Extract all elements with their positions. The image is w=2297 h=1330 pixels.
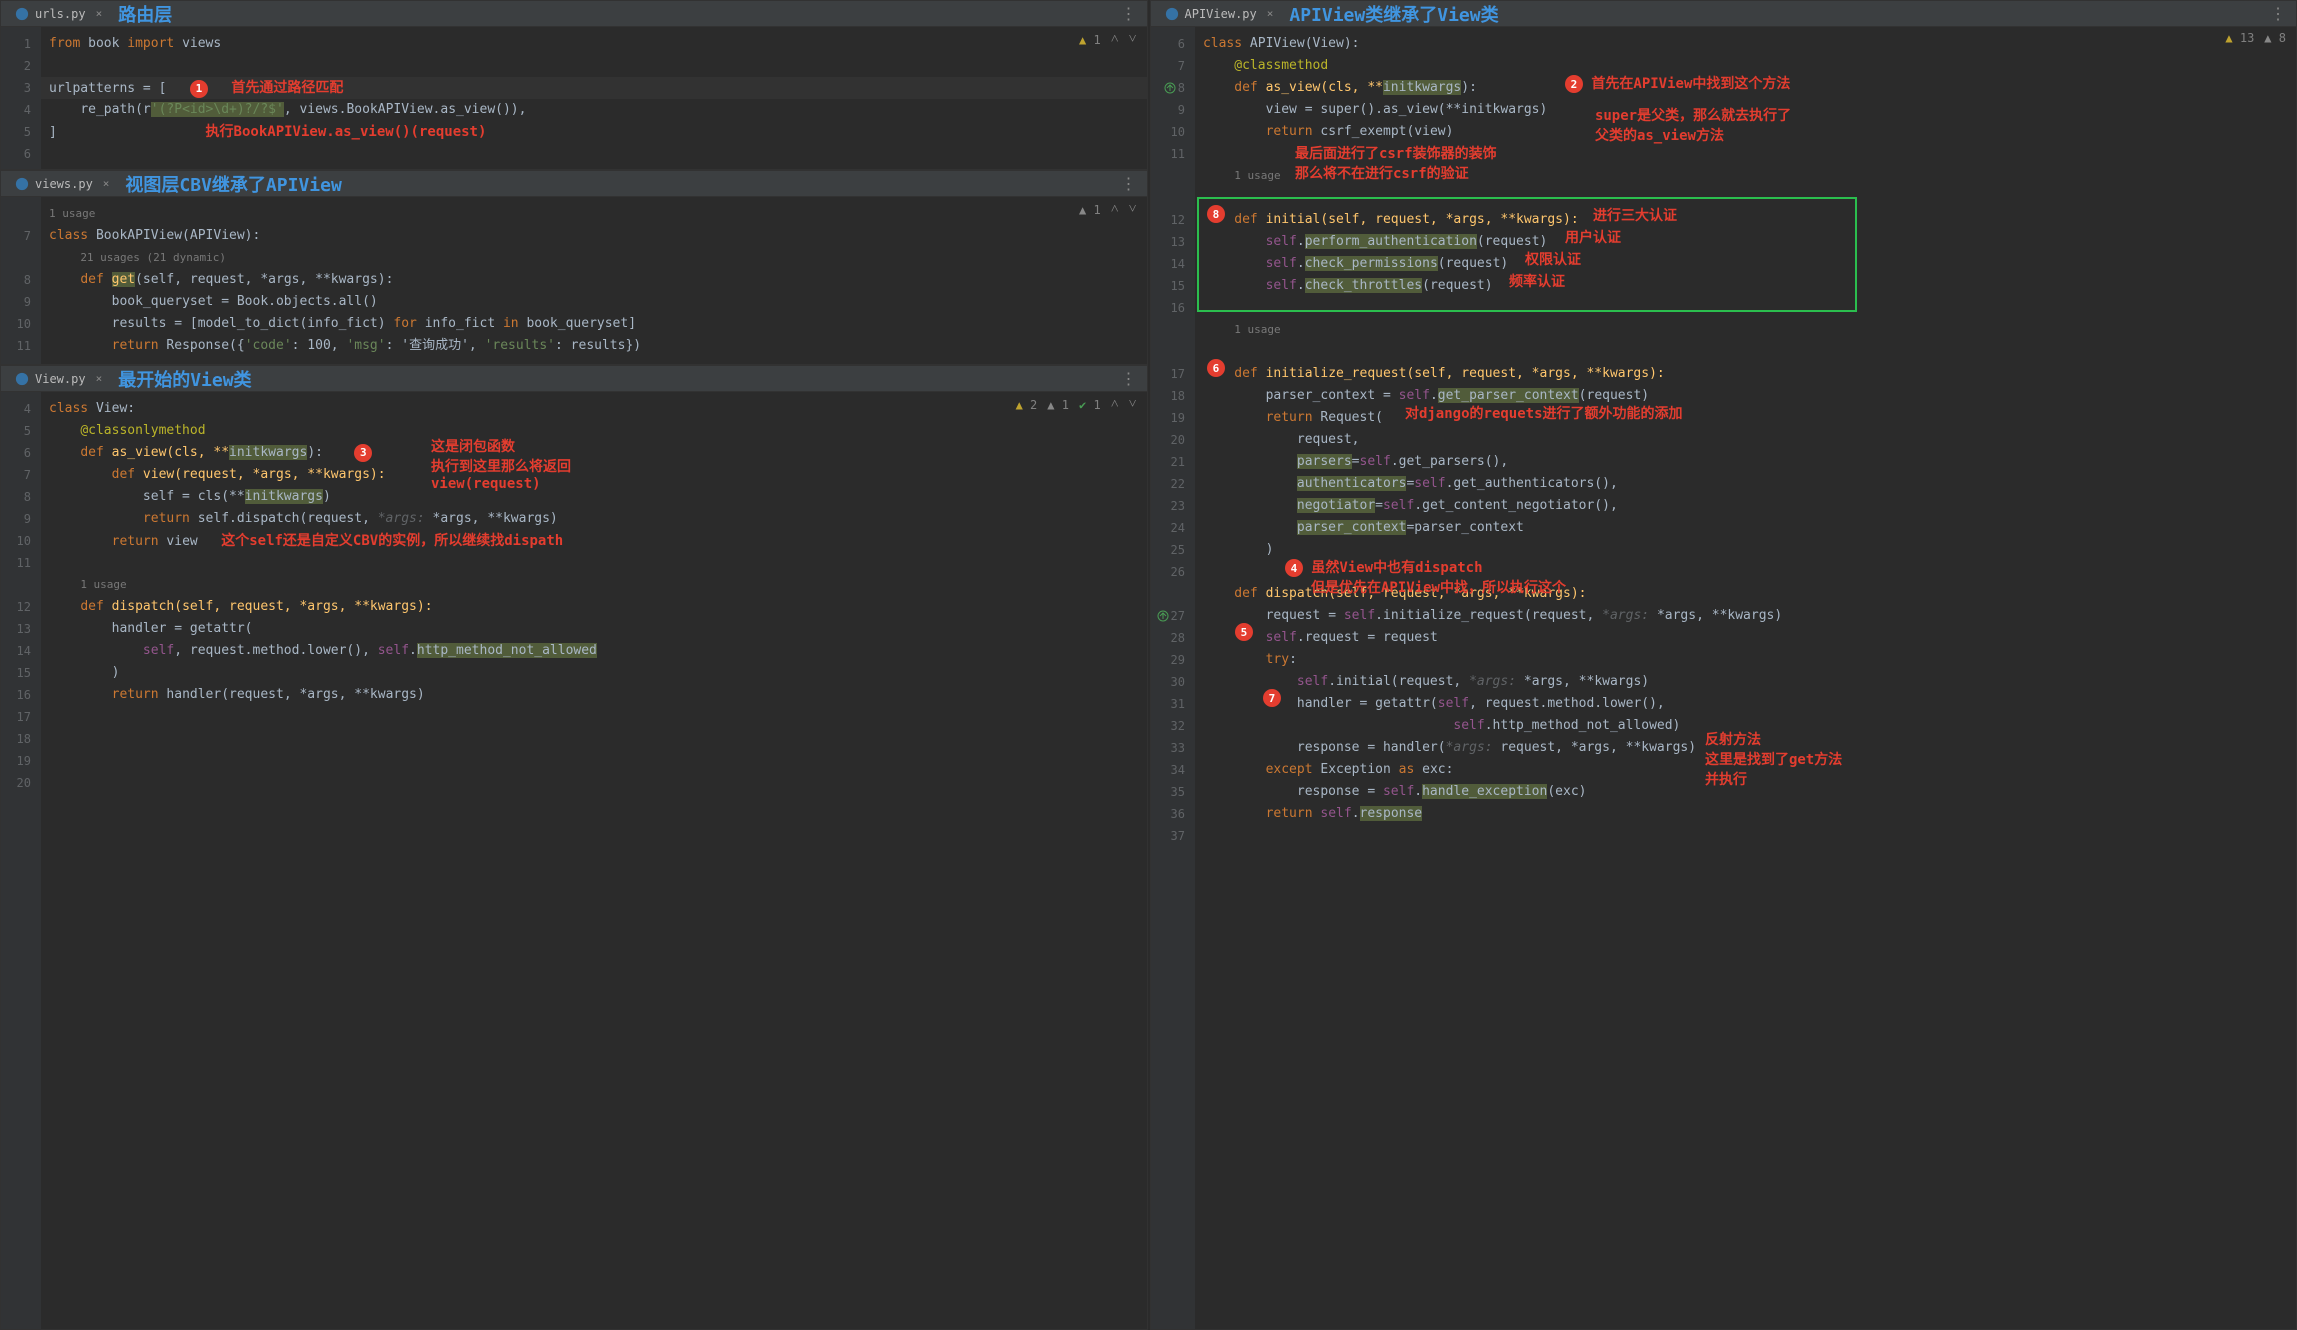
tab-bar-apiview: APIView.py × APIView类继承了View类 ⋮	[1151, 1, 2297, 27]
tab-urls[interactable]: urls.py ×	[7, 1, 110, 26]
python-icon	[1165, 7, 1179, 21]
pane-menu-icon[interactable]: ⋮	[1117, 4, 1141, 23]
tab-label: View.py	[35, 372, 86, 386]
pane-title: 视图层CBV继承了APIView	[125, 171, 341, 197]
annotation-django: 对django的requets进行了额外功能的添加	[1405, 403, 1683, 423]
code-area[interactable]: ▲ 1 ˄ ˅ from book import views urlpatter…	[41, 27, 1147, 169]
pane-urls: urls.py × 路由层 ⋮ 123456 ▲ 1 ˄ ˅ from b	[0, 0, 1148, 170]
badge-1: 1	[190, 80, 208, 98]
pane-apiview: APIView.py × APIView类继承了View类 ⋮ 67 8 910…	[1150, 0, 2297, 1330]
tab-bar-views: views.py × 视图层CBV继承了APIView ⋮	[1, 171, 1147, 197]
tab-label: APIView.py	[1185, 7, 1257, 21]
tab-views[interactable]: views.py ×	[7, 171, 117, 196]
annotation-8-2: 权限认证	[1525, 249, 1581, 269]
tab-apiview[interactable]: APIView.py ×	[1157, 1, 1282, 26]
gutter: 7891011	[1, 197, 41, 364]
editor-views[interactable]: 7891011 ▲ 1 ˄ ˅ 1 usage class BookAPIVie…	[1, 197, 1147, 364]
chevron-down-icon[interactable]: ˅	[1129, 201, 1137, 218]
pane-menu-icon[interactable]: ⋮	[2266, 4, 2290, 23]
annotation-2: 2 首先在APIView中找到这个方法	[1565, 73, 1790, 93]
annotation-csrf: 最后面进行了csrf装饰器的装饰那么将不在进行csrf的验证	[1295, 143, 1497, 183]
badge-8: 8	[1207, 205, 1225, 223]
tab-bar-urls: urls.py × 路由层 ⋮	[1, 1, 1147, 27]
annotation-reflect: 反射方法这里是找到了get方法并执行	[1705, 729, 1842, 789]
close-icon[interactable]: ×	[103, 177, 110, 190]
annotation-sub: 执行BookAPIView.as_view()(request)	[206, 124, 487, 140]
python-icon	[15, 177, 29, 191]
annotation-closure: 这是闭包函数 执行到这里那么将返回 view(request)	[431, 436, 571, 492]
annotation-text: 首先通过路径匹配	[231, 80, 343, 96]
code-area[interactable]: ▲ 1 ˄ ˅ 1 usage class BookAPIView(APIVie…	[41, 197, 1147, 364]
close-icon[interactable]: ×	[1267, 7, 1274, 20]
annotation-self: 这个self还是自定义CBV的实例，所以继续找dispath	[221, 533, 563, 549]
ide-container: urls.py × 路由层 ⋮ 123456 ▲ 1 ˄ ˅ from b	[0, 0, 2297, 1330]
chevron-up-icon[interactable]: ˄	[1111, 31, 1119, 48]
pane-title: 路由层	[118, 1, 172, 27]
chevron-up-icon[interactable]: ˄	[1111, 396, 1119, 413]
inspection-bar[interactable]: ▲ 1 ˄ ˅	[1079, 31, 1137, 48]
python-icon	[15, 372, 29, 386]
badge-6: 6	[1207, 359, 1225, 377]
annotation-8-3: 频率认证	[1509, 271, 1565, 291]
tab-bar-view: View.py × 最开始的View类 ⋮	[1, 366, 1147, 392]
override-icon[interactable]	[1157, 610, 1169, 622]
pane-view: View.py × 最开始的View类 ⋮ 456789101112131415…	[0, 365, 1148, 1330]
inspection-bar[interactable]: ▲ 1 ˄ ˅	[1079, 201, 1137, 218]
gutter: 4567891011121314151617181920	[1, 392, 41, 1329]
annotation-8: 进行三大认证	[1593, 205, 1677, 225]
code-area[interactable]: ▲ 13 ▲ 8 class APIView(View): @classmeth…	[1195, 27, 2296, 1329]
annotation-4: 4 虽然View中也有dispatch但是优先在APIView中找，所以执行这个	[1285, 557, 1566, 597]
gutter: 123456	[1, 27, 41, 169]
inspection-bar[interactable]: ▲ 13 ▲ 8	[2225, 31, 2286, 45]
editor-view[interactable]: 4567891011121314151617181920 ▲ 2 ▲ 1 ✔ 1…	[1, 392, 1147, 1329]
pane-views: views.py × 视图层CBV继承了APIView ⋮ 7891011 ▲ …	[0, 170, 1148, 365]
close-icon[interactable]: ×	[96, 372, 103, 385]
badge-7: 7	[1263, 689, 1281, 707]
left-pane: urls.py × 路由层 ⋮ 123456 ▲ 1 ˄ ˅ from b	[0, 0, 1148, 1330]
annotation-8-1: 用户认证	[1565, 227, 1621, 247]
chevron-down-icon[interactable]: ˅	[1129, 31, 1137, 48]
python-icon	[15, 7, 29, 21]
chevron-up-icon[interactable]: ˄	[1111, 201, 1119, 218]
tab-label: views.py	[35, 177, 93, 191]
pane-title: 最开始的View类	[118, 366, 251, 392]
editor-apiview[interactable]: 67 8 91011 1213141516 171819202122232425…	[1151, 27, 2297, 1329]
badge-3: 3	[354, 444, 372, 462]
close-icon[interactable]: ×	[96, 7, 103, 20]
chevron-down-icon[interactable]: ˅	[1129, 396, 1137, 413]
override-icon[interactable]	[1164, 82, 1176, 94]
tab-view[interactable]: View.py ×	[7, 366, 110, 391]
tab-label: urls.py	[35, 7, 86, 21]
annotation-super: super是父类，那么就去执行了父类的as_view方法	[1595, 105, 1791, 145]
badge-5: 5	[1235, 623, 1253, 641]
gutter: 67 8 91011 1213141516 171819202122232425…	[1151, 27, 1195, 1329]
editor-urls[interactable]: 123456 ▲ 1 ˄ ˅ from book import views ur…	[1, 27, 1147, 169]
inspection-bar[interactable]: ▲ 2 ▲ 1 ✔ 1 ˄ ˅	[1016, 396, 1137, 413]
pane-title: APIView类继承了View类	[1289, 1, 1498, 27]
right-pane: APIView.py × APIView类继承了View类 ⋮ 67 8 910…	[1150, 0, 2297, 1330]
pane-menu-icon[interactable]: ⋮	[1117, 174, 1141, 193]
code-area[interactable]: ▲ 2 ▲ 1 ✔ 1 ˄ ˅ class View: @classonlyme…	[41, 392, 1147, 1329]
pane-menu-icon[interactable]: ⋮	[1117, 369, 1141, 388]
